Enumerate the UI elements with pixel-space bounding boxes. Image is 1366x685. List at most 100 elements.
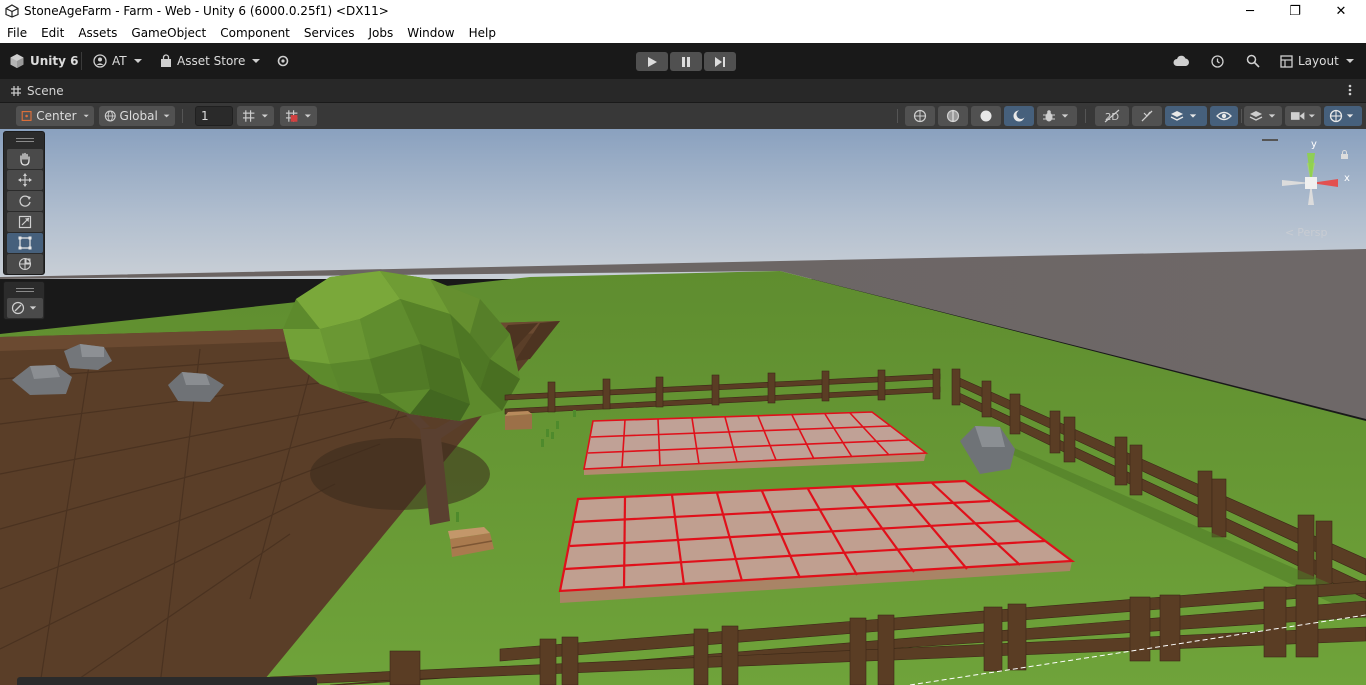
audio-toggle-button[interactable] (1132, 106, 1162, 126)
overlay-grip[interactable] (16, 141, 34, 142)
undo-history-button[interactable] (1210, 43, 1225, 79)
projection-label: Persp (1297, 226, 1328, 239)
pause-button[interactable] (670, 52, 702, 71)
gizmo-x-label: x (1344, 173, 1350, 184)
pivot-mode-dropdown[interactable]: Center (16, 106, 94, 126)
history-icon (1211, 54, 1224, 68)
asset-store-dropdown[interactable]: Asset Store (160, 43, 261, 79)
unity-account-menu[interactable]: Unity 6 (9, 43, 79, 79)
menu-help[interactable]: Help (469, 26, 496, 40)
toggle-2d-button[interactable]: 2D (1095, 106, 1129, 126)
scene-tab-bar: Scene (0, 79, 1366, 103)
window-title-bar: StoneAgeFarm - Farm - Web - Unity 6 (600… (0, 0, 1366, 22)
pivot-center-icon (21, 111, 32, 121)
overlay-grip[interactable] (16, 138, 34, 139)
rotate-icon (19, 195, 31, 207)
scene-render (0, 129, 1366, 685)
svg-text:2D: 2D (1105, 112, 1119, 123)
package-settings-button[interactable] (276, 43, 290, 79)
space-mode-dropdown[interactable]: Global (99, 106, 175, 126)
layout-dropdown[interactable]: Layout (1280, 43, 1355, 79)
account-icon (93, 54, 107, 68)
account-dropdown[interactable]: AT (93, 43, 143, 79)
chevron-down-icon (1309, 114, 1316, 118)
move-tool-button[interactable] (7, 170, 43, 190)
transform-tool-button[interactable] (7, 254, 43, 274)
menu-window[interactable]: Window (407, 26, 454, 40)
chevron-down-icon (133, 59, 142, 63)
overlay-grip[interactable] (16, 291, 34, 292)
restore-button[interactable]: ❐ (1272, 0, 1318, 22)
eye-icon (1216, 111, 1232, 121)
bug-icon (1043, 110, 1055, 122)
menu-gameobject[interactable]: GameObject (131, 26, 206, 40)
scene-viewport[interactable]: y x < Persp (0, 129, 1366, 685)
toolbar-divider (897, 109, 898, 123)
scene-view-toolbar: Center Global 1 2D (0, 103, 1366, 129)
gizmo-lock-button[interactable] (1340, 145, 1349, 164)
gizmos-icon (1329, 109, 1343, 123)
gizmo-y-label: y (1311, 139, 1317, 150)
scale-tool-button[interactable] (7, 212, 43, 232)
2d-toggle-icon: 2D (1104, 109, 1120, 123)
view-tool-button[interactable] (7, 149, 43, 169)
custom-tools-overlay (3, 281, 45, 320)
menu-component[interactable]: Component (220, 26, 290, 40)
shopping-bag-icon (161, 54, 171, 67)
tab-scene[interactable]: Scene (11, 84, 64, 98)
grid-snap-dropdown[interactable] (237, 106, 274, 126)
account-label: AT (112, 54, 127, 68)
seed-crate-back (505, 411, 532, 430)
menu-assets[interactable]: Assets (78, 26, 117, 40)
play-button[interactable] (636, 52, 668, 71)
overlay-grip[interactable] (16, 288, 34, 289)
draw-mode-button[interactable] (905, 106, 935, 126)
effects-layers-icon (1170, 111, 1184, 121)
chevron-down-icon (29, 306, 37, 310)
shaded-wireframe-button[interactable] (938, 106, 968, 126)
menu-file[interactable]: File (7, 26, 27, 40)
scene-visibility-toggle[interactable] (1210, 106, 1238, 126)
space-mode-label: Global (119, 109, 158, 123)
rect-tool-button[interactable] (7, 233, 43, 253)
debug-draw-dropdown[interactable] (1037, 106, 1077, 126)
projection-toggle[interactable]: < Persp (1285, 226, 1327, 239)
effects-dropdown[interactable] (1165, 106, 1207, 126)
tab-options-button[interactable] (1347, 83, 1353, 100)
step-button[interactable] (704, 52, 736, 71)
menu-edit[interactable]: Edit (41, 26, 64, 40)
lock-icon (1341, 150, 1348, 159)
close-button[interactable]: ✕ (1318, 0, 1364, 22)
increment-snap-dropdown[interactable] (280, 106, 317, 126)
minimize-button[interactable]: ─ (1227, 0, 1273, 22)
lighting-off-icon (1141, 110, 1153, 122)
cloud-button[interactable] (1173, 43, 1190, 79)
layout-icon (1280, 54, 1293, 68)
cloud-icon (1173, 55, 1189, 66)
chevron-down-icon (1061, 114, 1069, 118)
grid-size-input[interactable]: 1 (195, 106, 233, 126)
menu-jobs[interactable]: Jobs (369, 26, 394, 40)
tree-shadow (310, 438, 490, 510)
layers-dropdown[interactable] (1244, 106, 1282, 126)
transform-gizmo-icon (18, 257, 32, 271)
shaded-button[interactable] (971, 106, 1001, 126)
menu-bar: File Edit Assets GameObject Component Se… (0, 22, 1366, 43)
chevron-down-icon (1268, 114, 1276, 118)
chevron-down-icon (163, 114, 170, 118)
tools-overlay (3, 131, 45, 275)
unity-logo-icon (5, 4, 19, 18)
camera-icon (1290, 112, 1305, 120)
menu-services[interactable]: Services (304, 26, 355, 40)
bottom-overlay-toolbar[interactable] (17, 677, 317, 685)
rotate-tool-button[interactable] (7, 191, 43, 211)
search-button[interactable] (1246, 43, 1260, 79)
gizmos-dropdown[interactable] (1324, 106, 1362, 126)
play-icon (648, 56, 657, 67)
main-toolbar: Unity 6 AT Asset Store Layout (0, 43, 1366, 79)
custom-tool-dropdown[interactable] (7, 298, 43, 318)
move-arrows-icon (18, 173, 32, 187)
camera-settings-dropdown[interactable] (1285, 106, 1321, 126)
gear-icon (277, 55, 289, 67)
lighting-toggle[interactable] (1004, 106, 1034, 126)
